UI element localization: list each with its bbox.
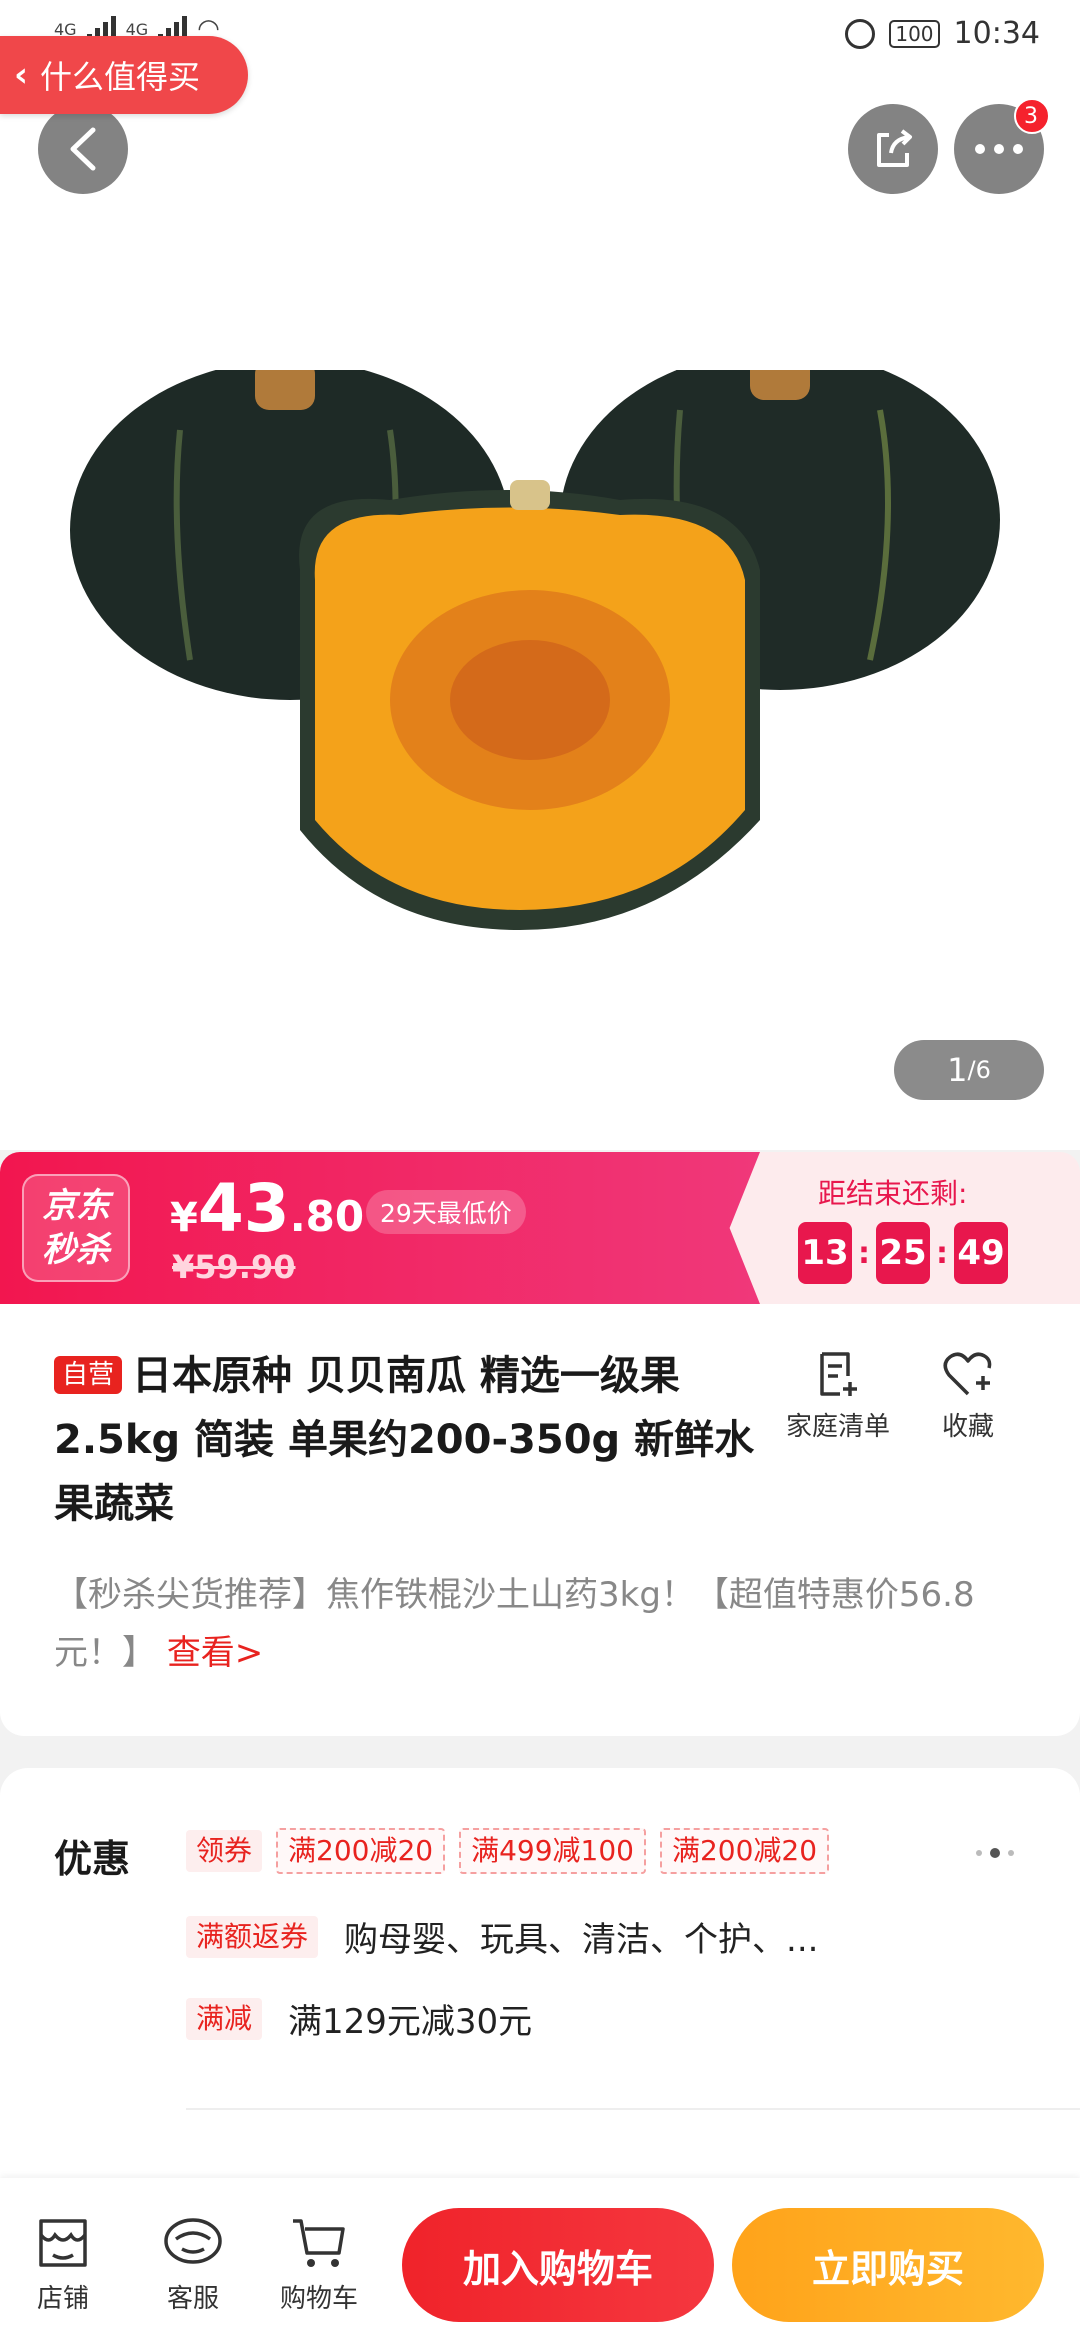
- divider: [186, 2108, 1080, 2110]
- store-button[interactable]: 店铺: [8, 2208, 118, 2315]
- service-label: 客服: [166, 2284, 219, 2314]
- back-arrow-icon: [70, 127, 96, 171]
- alarm-icon: [845, 18, 876, 49]
- discount-row[interactable]: 满减 满129元减30元: [186, 1994, 532, 2043]
- more-dots-icon: [975, 144, 1023, 154]
- chevron-left-icon: ‹: [14, 55, 29, 95]
- offers-label: 优惠: [54, 1837, 131, 1881]
- share-icon: [877, 129, 912, 167]
- product-image: [70, 370, 1000, 930]
- rebate-row[interactable]: 满额返券 购母婴、玩具、清洁、个护、...: [186, 1912, 818, 1961]
- back-button[interactable]: [38, 104, 128, 194]
- discount-text: 满129元减30元: [288, 2002, 533, 2042]
- self-operated-tag: 自营: [54, 1356, 123, 1394]
- return-app-label: 什么值得买: [40, 58, 201, 96]
- carousel-dots: [976, 1848, 1014, 1858]
- favorite-button[interactable]: 收藏: [888, 1350, 1048, 1443]
- coupon-tag: 领券: [186, 1830, 263, 1872]
- message-count-badge: 3: [1014, 98, 1050, 134]
- coupon-item[interactable]: 满200减20: [276, 1828, 446, 1874]
- countdown-minutes: 25: [876, 1222, 930, 1284]
- logo-line-1: 京东: [42, 1186, 110, 1226]
- add-to-cart-button[interactable]: 加入购物车: [402, 2208, 714, 2322]
- jd-seckill-logo: 京东 秒杀: [22, 1174, 130, 1282]
- return-to-app-button[interactable]: ‹ 什么值得买: [0, 36, 248, 114]
- price-integer: 43: [197, 1170, 290, 1247]
- store-label: 店铺: [36, 2284, 89, 2314]
- countdown-timer: 13 : 25 : 49: [798, 1222, 1008, 1284]
- heart-icon: [888, 1350, 1048, 1406]
- countdown-separator: :: [936, 1235, 948, 1271]
- rebate-tag: 满额返券: [186, 1915, 319, 1958]
- clock: 10:34: [953, 16, 1040, 51]
- image-total: /6: [967, 1056, 991, 1084]
- promo-view-link[interactable]: 查看>: [167, 1633, 264, 1673]
- image-counter: 1/6: [894, 1040, 1044, 1100]
- customer-service-button[interactable]: 客服: [138, 2208, 248, 2315]
- cart-icon: [264, 2208, 374, 2278]
- flash-price-panel: 京东 秒杀 ¥43.80 29天最低价 ¥59.90: [0, 1152, 760, 1304]
- discount-tag: 满减: [186, 1997, 263, 2040]
- coupon-item[interactable]: 满499减100: [459, 1828, 646, 1874]
- product-title-text: 日本原种 贝贝南瓜 精选一级果 2.5kg 简装 单果约200-350g 新鲜水…: [54, 1353, 755, 1527]
- original-price: ¥59.90: [172, 1248, 296, 1286]
- favorite-label: 收藏: [941, 1412, 994, 1442]
- cart-label: 购物车: [279, 2284, 358, 2314]
- store-icon: [8, 2208, 118, 2278]
- sale-price: ¥43.80: [170, 1170, 364, 1247]
- flash-sale-banner[interactable]: 京东 秒杀 ¥43.80 29天最低价 ¥59.90 距结束还剩: 13 : 2…: [0, 1152, 1080, 1304]
- countdown-separator: :: [858, 1235, 870, 1271]
- image-index: 1: [947, 1051, 968, 1089]
- cart-button[interactable]: 购物车: [264, 2208, 374, 2315]
- share-button[interactable]: [848, 104, 938, 194]
- rebate-text: 购母婴、玩具、清洁、个护、...: [344, 1920, 819, 1960]
- chat-icon: [138, 2208, 248, 2278]
- product-title[interactable]: 自营 日本原种 贝贝南瓜 精选一级果 2.5kg 简装 单果约200-350g 新…: [54, 1344, 764, 1536]
- buy-now-button[interactable]: 立即购买: [732, 2208, 1044, 2322]
- more-button[interactable]: 3: [954, 98, 1050, 194]
- product-info-card: 自营 日本原种 贝贝南瓜 精选一级果 2.5kg 简装 单果约200-350g 新…: [0, 1304, 1080, 1736]
- countdown-seconds: 49: [954, 1222, 1008, 1284]
- status-right: 100 10:34: [845, 16, 1040, 51]
- coupon-item[interactable]: 满200减20: [659, 1828, 830, 1874]
- price-decimal: .80: [289, 1192, 365, 1241]
- countdown-label: 距结束还剩:: [818, 1177, 968, 1210]
- coupon-row[interactable]: 领券 满200减20 满499减100 满200减20: [186, 1828, 830, 1874]
- logo-line-2: 秒杀: [42, 1230, 110, 1270]
- promo-recommendation: 【秒杀尖货推荐】焦作铁棍沙土山药3kg！【超值特惠价56.8元！】 查看>: [54, 1566, 1034, 1682]
- countdown-hours: 13: [798, 1222, 852, 1284]
- lowest-price-badge: 29天最低价: [366, 1190, 526, 1234]
- battery-indicator: 100: [889, 19, 940, 48]
- currency-symbol: ¥: [170, 1195, 198, 1241]
- offers-section[interactable]: 优惠 领券 满200减20 满499减100 满200减20 满额返券 购母婴、…: [0, 1768, 1080, 2188]
- bottom-action-bar: 店铺 客服 购物车 加入购物车 立即购买: [0, 2178, 1080, 2340]
